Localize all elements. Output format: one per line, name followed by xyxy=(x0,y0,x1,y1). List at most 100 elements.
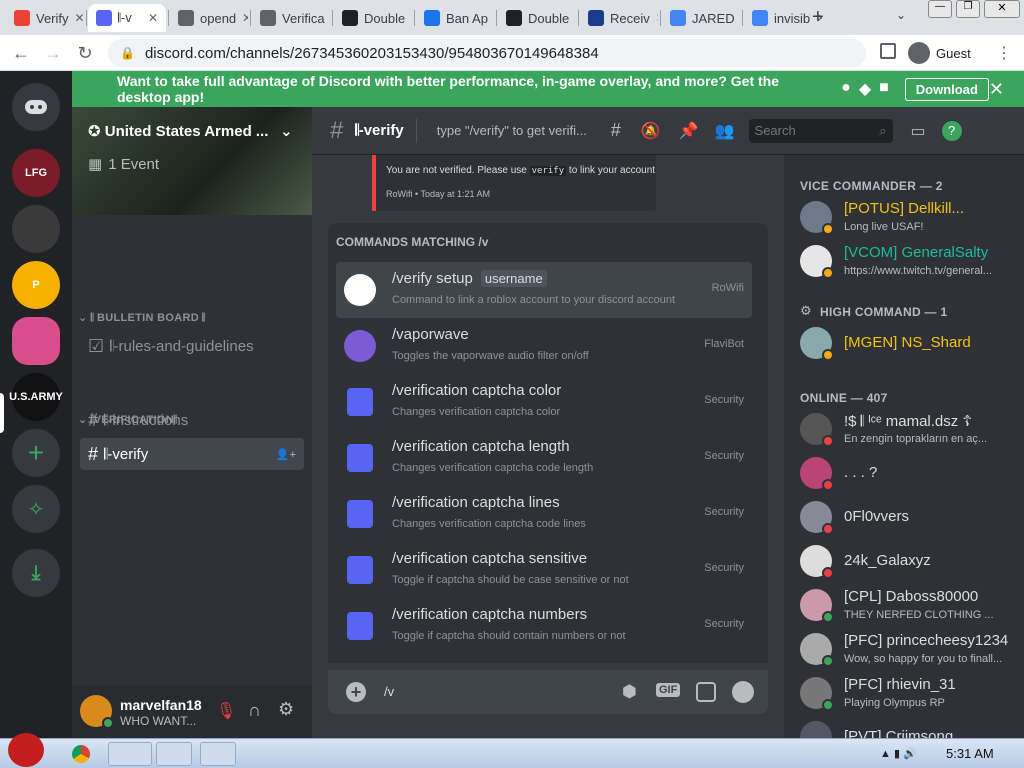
threads-icon[interactable]: # xyxy=(611,120,621,141)
command-option[interactable]: /verification captcha length Changes veri… xyxy=(336,430,752,486)
close-tab-icon[interactable]: ✕ xyxy=(242,11,248,25)
add-server-icon[interactable]: + xyxy=(12,429,60,477)
command-option[interactable]: /verification captcha sensitive Toggle if… xyxy=(336,542,752,598)
member-item[interactable]: [VCOM] GeneralSalty https://www.twitch.tv… xyxy=(800,243,1020,287)
settings-gear-icon[interactable]: ⚙ xyxy=(278,699,294,720)
channel-topic[interactable]: type "/verify" to get verifi... xyxy=(437,123,597,138)
emoji-icon[interactable] xyxy=(732,681,754,703)
browser-tab[interactable]: invisib ✕ xyxy=(744,4,822,32)
command-option[interactable]: /verification captcha color Changes verif… xyxy=(336,374,752,430)
close-banner-icon[interactable]: ✕ xyxy=(989,79,1004,100)
member-item[interactable]: [MGEN] NS_Shard xyxy=(800,325,1020,369)
inbox-icon[interactable]: ▭ xyxy=(911,121,926,141)
search-input[interactable]: Search ⌕ xyxy=(748,118,893,143)
channel-category[interactable]: ⌄ 𝄃 BULLETIN BOARD 𝄃 xyxy=(78,311,205,325)
nitro-gift-icon[interactable]: ⬢ xyxy=(622,682,637,702)
server-icon[interactable]: U.S.ARMY xyxy=(9,373,63,421)
status-dot xyxy=(822,267,834,279)
reload-icon[interactable]: ↻ xyxy=(74,42,96,64)
channel-item[interactable]: # 𝄃-verify 👤+ xyxy=(80,438,304,470)
sticker-icon[interactable] xyxy=(696,682,716,702)
command-option[interactable]: /verification captcha numbers Toggle if c… xyxy=(336,598,752,654)
chrome-taskbar-button[interactable] xyxy=(156,742,192,766)
tray-icons[interactable]: ▲ ▮ 🔊 xyxy=(880,747,917,760)
command-option[interactable]: /verification captcha lines Changes verif… xyxy=(336,486,752,542)
server-icon[interactable] xyxy=(12,317,60,365)
command-description: Changes verification captcha code lines xyxy=(392,518,586,530)
flavibot-icon xyxy=(344,330,376,362)
discord-home-icon[interactable] xyxy=(12,83,60,131)
security-shield-icon xyxy=(347,388,373,416)
member-name: !$ 𝄃 ᴵᶜᵉ mamal.dsz ☦ xyxy=(844,413,973,430)
command-name: /verification captcha numbers xyxy=(392,606,588,623)
forward-icon[interactable]: → xyxy=(42,42,64,64)
browser-tab[interactable]: Ban Ap✕ xyxy=(416,4,494,32)
server-icon[interactable] xyxy=(12,205,60,253)
member-item[interactable]: !$ 𝄃 ᴵᶜᵉ mamal.dsz ☦ En zengin toprakları… xyxy=(800,411,1020,455)
browser-tab[interactable]: Double ✕ xyxy=(498,4,576,32)
new-tab-button[interactable]: + xyxy=(812,6,824,29)
member-list-icon[interactable]: 👥 xyxy=(715,121,735,141)
member-item[interactable]: 24k_Galaxyz xyxy=(800,543,1020,587)
restore-button[interactable]: ❐ xyxy=(956,0,980,18)
command-bot-name: Security xyxy=(704,618,744,630)
browser-tab[interactable]: JARED✕ xyxy=(662,4,740,32)
tab-search-icon[interactable]: ⌄ xyxy=(896,8,906,22)
browser-tab[interactable]: 𝄃-v ✕ xyxy=(88,4,166,32)
url-text: discord.com/channels/267345360203153430/… xyxy=(144,44,599,62)
muted-mic-icon[interactable]: 🎙 xyxy=(216,701,236,721)
close-tab-icon[interactable]: ✕ xyxy=(656,11,658,25)
download-apps-icon[interactable]: ⤓ xyxy=(12,549,60,597)
member-item[interactable]: [PFC] princecheesy1234 Wow, so happy for … xyxy=(800,631,1020,675)
browser-tab[interactable]: Verifica✕ xyxy=(252,4,330,32)
invite-icon[interactable]: 👤+ xyxy=(276,448,296,461)
channel-item[interactable]: ☑ 𝄃-rules-and-guidelines xyxy=(80,330,304,362)
upload-plus-icon[interactable]: + xyxy=(346,682,366,702)
browser-tab[interactable]: Double ✕ xyxy=(334,4,412,32)
url-field[interactable]: 🔒 discord.com/channels/26734536020315343… xyxy=(108,39,866,67)
member-item[interactable]: 0Fl0vvers xyxy=(800,499,1020,543)
member-item[interactable]: [CPL] Daboss80000 THEY NERFED CLOTHING ..… xyxy=(800,587,1020,631)
close-tab-icon[interactable]: ✕ xyxy=(75,11,84,25)
menu-kebab-icon[interactable]: ⋮ xyxy=(996,43,1012,63)
minimize-button[interactable]: — xyxy=(928,0,952,18)
browser-tab[interactable]: Receiv ✕ xyxy=(580,4,658,32)
gif-icon[interactable]: GIF xyxy=(656,683,681,697)
close-window-button[interactable]: ✕ xyxy=(984,0,1020,18)
member-item[interactable]: [PFC] rhievin_31 Playing Olympus RP xyxy=(800,675,1020,719)
globe-icon xyxy=(178,10,194,26)
calendar-icon: ▦ xyxy=(88,156,103,173)
back-icon[interactable]: ← xyxy=(10,42,32,64)
command-option[interactable]: /verify setup username Command to link a r… xyxy=(336,262,752,318)
browser-tab[interactable]: Verify ✕ xyxy=(6,4,84,32)
channel-item[interactable]: # 𝄃-instructions xyxy=(80,404,304,436)
browser-tab[interactable]: opend ✕ xyxy=(170,4,248,32)
download-button[interactable]: Download xyxy=(904,77,989,101)
profile-button[interactable]: Guest xyxy=(908,39,971,67)
member-name: . . . ? xyxy=(844,464,878,481)
server-icon[interactable]: LFG xyxy=(12,149,60,197)
chrome-taskbar-icon[interactable] xyxy=(72,745,90,763)
help-icon[interactable]: ? xyxy=(941,120,962,141)
headphones-icon[interactable]: ∩ xyxy=(248,700,261,721)
notification-bell-muted-icon[interactable]: 🔕 xyxy=(641,121,661,141)
member-item[interactable]: [PVT] Criimsong xyxy=(800,719,1020,738)
close-tab-icon[interactable]: ✕ xyxy=(148,11,158,25)
server-icon[interactable]: P xyxy=(12,261,60,309)
explore-servers-icon[interactable]: ✧ xyxy=(12,485,60,533)
status-dot xyxy=(822,611,834,623)
sidepanel-icon[interactable] xyxy=(880,43,896,59)
firefox-taskbar-button[interactable] xyxy=(200,742,236,766)
start-button[interactable] xyxy=(8,733,44,767)
events-item[interactable]: ▦ 1 Event xyxy=(80,148,304,180)
close-tab-icon[interactable]: ✕ xyxy=(575,11,576,25)
channel-label: 𝄃-rules-and-guidelines xyxy=(110,337,254,355)
member-item[interactable]: . . . ? xyxy=(800,455,1020,499)
server-name-header[interactable]: ✪ United States Armed ... ⌄ xyxy=(88,122,293,140)
pinned-messages-icon[interactable]: 📌 xyxy=(679,121,699,141)
command-option[interactable]: /vaporwave Toggles the vaporwave audio fi… xyxy=(336,318,752,374)
message-input[interactable]: /v xyxy=(384,684,394,699)
close-tab-icon[interactable]: ✕ xyxy=(411,11,412,25)
explorer-taskbar-button[interactable] xyxy=(108,742,152,766)
member-item[interactable]: [POTUS] Dellkill... Long live USAF! xyxy=(800,199,1020,243)
